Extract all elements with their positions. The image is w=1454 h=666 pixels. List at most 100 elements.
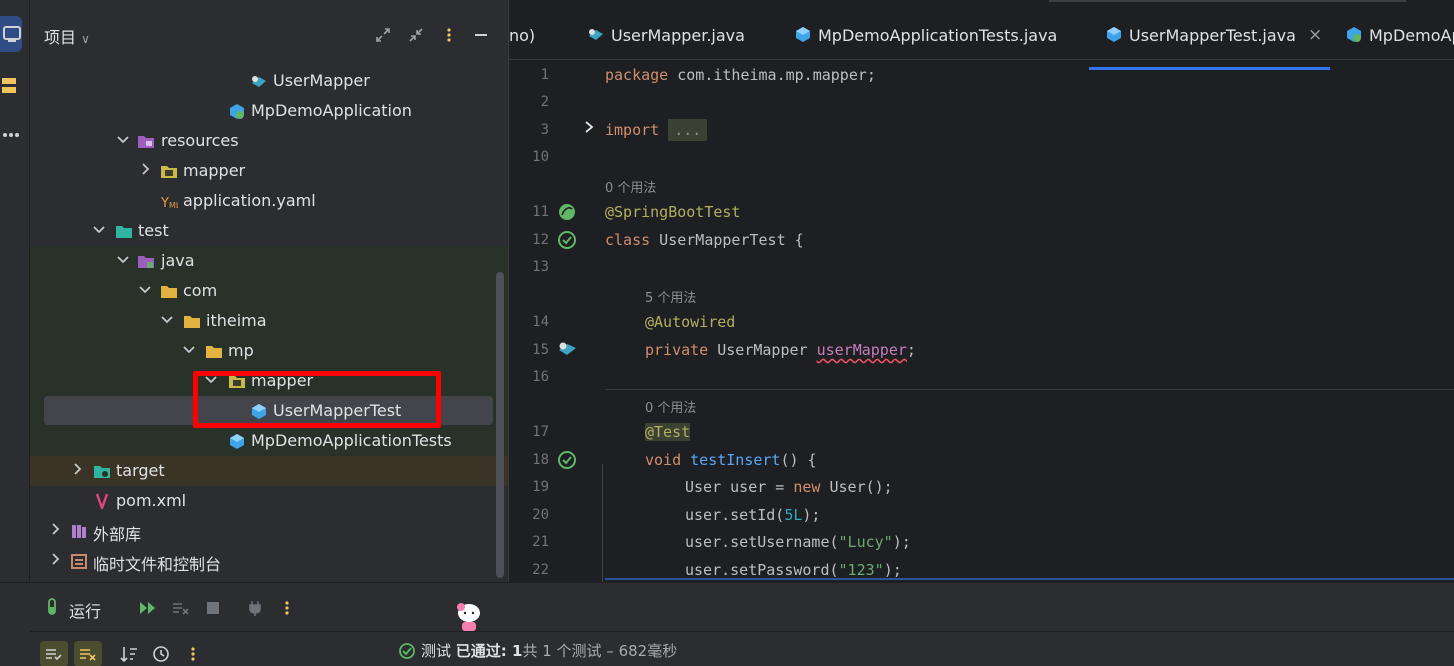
chevron-down-icon[interactable] <box>182 341 198 359</box>
folded-imports[interactable]: ... <box>668 119 708 141</box>
chevron-right-icon[interactable] <box>48 551 64 569</box>
code-line[interactable]: package com.itheima.mp.mapper; <box>605 66 876 84</box>
run-test-pass-icon[interactable] <box>557 230 577 254</box>
rerun-failed-icon[interactable] <box>171 598 191 618</box>
tree-item[interactable]: test <box>30 216 508 246</box>
tree-item-label: application.yaml <box>183 191 316 210</box>
editor-tabs: no) UserMapper.java MpDemoApplicationTes… <box>509 10 1454 70</box>
tree-item[interactable]: UserMapper <box>30 66 508 96</box>
code-line[interactable]: user.setUsername("Lucy"); <box>685 533 911 551</box>
code-editor: no) UserMapper.java MpDemoApplicationTes… <box>508 0 1454 582</box>
tree-item[interactable]: 临时文件和控制台 <box>30 546 508 576</box>
method-separator <box>605 389 1454 390</box>
code-line[interactable]: import ... <box>605 119 708 141</box>
tab-usermapper[interactable]: UserMapper.java <box>587 10 745 60</box>
code-text: user.setUsername( <box>685 533 839 551</box>
test-class-icon <box>796 27 810 42</box>
tree-item-label: MpDemoApplicationTests <box>251 431 452 450</box>
options-kebab-icon[interactable] <box>277 598 297 618</box>
tree-item-label: resources <box>161 131 239 150</box>
project-panel-title[interactable]: 项目 ∨ <box>44 24 90 48</box>
tree-item[interactable]: YML application.yaml <box>30 186 508 216</box>
annotation[interactable]: @SpringBootTest <box>605 203 740 221</box>
line-number: 10 <box>532 149 549 165</box>
chevron-down-icon[interactable] <box>92 221 108 239</box>
code-line[interactable]: User user = new User(); <box>685 478 893 496</box>
top-decoration <box>1049 0 1406 2</box>
run-panel-strip <box>0 583 30 666</box>
mascot-sticker-icon <box>455 601 483 633</box>
collapse-all-icon[interactable] <box>407 26 425 44</box>
tree-item[interactable]: mapper <box>30 156 508 186</box>
tree-item[interactable]: pom.xml <box>30 486 508 516</box>
usage-hint[interactable]: 5 个用法 <box>645 287 696 306</box>
code-line[interactable]: class UserMapperTest { <box>605 231 804 249</box>
usage-hint[interactable]: 0 个用法 <box>645 397 696 416</box>
chevron-right-icon[interactable] <box>70 461 86 479</box>
tree-item[interactable]: resources <box>30 126 508 156</box>
tree-item-label: 外部库 <box>93 525 142 544</box>
red-highlight-annotation <box>193 371 441 428</box>
chevron-right-icon[interactable] <box>138 161 154 179</box>
status-prefix: 测试 <box>421 642 452 660</box>
chevron-down-icon[interactable] <box>160 311 176 329</box>
show-passed-toggle[interactable] <box>40 641 68 666</box>
tree-item[interactable]: 外部库 <box>30 516 508 546</box>
tree-item[interactable]: itheima <box>30 306 508 336</box>
code-text: ; <box>906 341 916 359</box>
code-text: ); <box>883 561 902 579</box>
rerun-icon[interactable] <box>138 598 158 618</box>
chevron-down-icon[interactable] <box>138 281 154 299</box>
more-tools-button[interactable] <box>0 120 24 150</box>
code-line[interactable]: user.setId(5L); <box>685 506 820 524</box>
stop-icon[interactable] <box>203 598 223 618</box>
mapper-interface-icon <box>252 76 266 87</box>
tree-item[interactable]: target <box>30 456 508 486</box>
resources-folder-icon <box>138 136 154 148</box>
tree-item[interactable]: MpDemoApplicationTests <box>30 426 508 456</box>
fold-expand-icon[interactable] <box>583 120 595 138</box>
excluded-folder-icon <box>94 466 110 478</box>
annotation[interactable]: @Autowired <box>645 313 735 331</box>
status-summary: 共 1 个测试 – 682毫秒 <box>522 642 678 660</box>
close-tab-icon[interactable]: × <box>1308 25 1322 45</box>
project-tool-button[interactable] <box>0 19 24 49</box>
tree-item[interactable]: java <box>30 246 508 276</box>
code-line[interactable]: @Test <box>645 423 691 441</box>
options-kebab-icon[interactable] <box>183 644 203 664</box>
chevron-down-icon[interactable] <box>116 251 132 269</box>
hide-panel-icon[interactable] <box>472 26 490 44</box>
tab-mpdemoap[interactable]: MpDemoAp <box>1345 10 1454 60</box>
plug-icon[interactable] <box>245 598 265 618</box>
history-icon[interactable] <box>151 644 171 664</box>
tree-item[interactable]: com <box>30 276 508 306</box>
chevron-down-icon[interactable] <box>116 131 132 149</box>
project-scrollbar[interactable] <box>496 272 504 578</box>
tree-item[interactable]: mp <box>30 336 508 366</box>
tree-item-label: mp <box>228 341 254 360</box>
expand-all-icon[interactable] <box>374 26 392 44</box>
tab-usermappertest[interactable]: UserMapperTest.java × <box>1105 10 1322 60</box>
sort-icon[interactable] <box>119 644 139 664</box>
chevron-right-icon[interactable] <box>48 521 64 539</box>
run-test-pass-icon[interactable] <box>557 450 577 474</box>
mapper-navigate-icon[interactable] <box>557 340 579 362</box>
tab-label: UserMapper.java <box>611 25 745 45</box>
code-line[interactable]: private UserMapper userMapper; <box>645 341 916 359</box>
line-number: 18 <box>532 452 549 468</box>
code-line[interactable]: user.setPassword("123"); <box>685 561 902 579</box>
usage-hint[interactable]: 0 个用法 <box>605 177 656 196</box>
structure-tool-button[interactable] <box>0 70 24 100</box>
run-panel-title[interactable]: 运行 <box>69 598 101 622</box>
line-number: 2 <box>540 94 549 110</box>
show-ignored-toggle[interactable] <box>74 641 102 666</box>
tree-item[interactable]: MpDemoApplication <box>30 96 508 126</box>
test-tube-icon <box>42 597 62 617</box>
options-kebab-icon[interactable] <box>440 26 458 44</box>
tab-partial[interactable]: no) <box>509 10 535 60</box>
tab-mpdemoapplicationtests[interactable]: MpDemoApplicationTests.java <box>794 10 1057 60</box>
code-line[interactable]: void testInsert() { <box>645 451 817 469</box>
spring-bean-icon[interactable] <box>557 202 577 226</box>
keyword: new <box>793 478 821 496</box>
project-title-label: 项目 <box>44 28 77 47</box>
